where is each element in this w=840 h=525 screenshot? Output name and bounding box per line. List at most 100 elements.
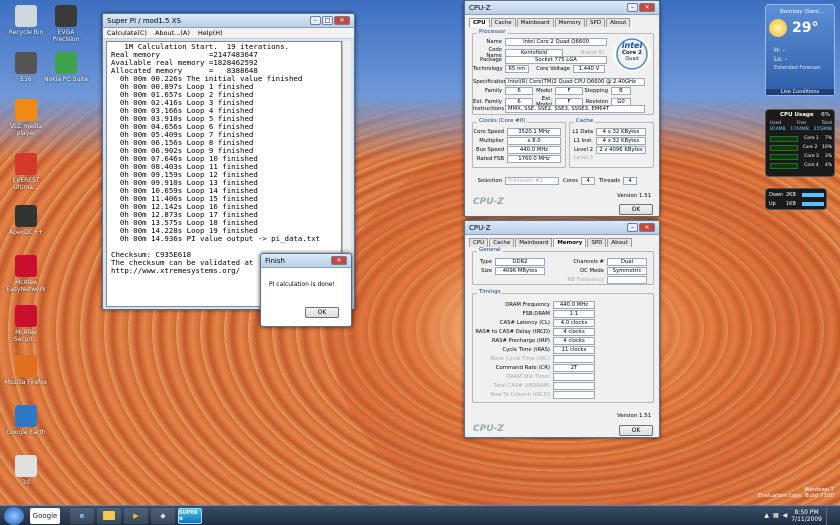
clock[interactable]: 8:50 PM 7/11/2009 [791, 509, 822, 523]
network-gadget[interactable]: Down 2KB Up 1KB [765, 188, 827, 210]
network-icon[interactable]: ▦ [773, 512, 779, 519]
timing-label: Cycle Time (tRAS) [502, 347, 550, 353]
sun-icon [769, 19, 787, 37]
desktop-icon-label: Nokia PC Suite [44, 76, 88, 83]
show-desktop-button[interactable] [826, 506, 834, 525]
mem-tab-cpu[interactable]: CPU [469, 238, 489, 247]
media-player-icon[interactable]: ▶ [124, 507, 148, 524]
vlc-icon [15, 99, 37, 121]
cpuz-cpu-ok-button[interactable]: OK [619, 204, 653, 215]
tab-spd[interactable]: SPD [586, 18, 606, 27]
clock-date: 7/11/2009 [791, 515, 822, 523]
tab-mainboard[interactable]: Mainboard [516, 18, 554, 27]
timing-label: RAS# to CAS# Delay (tRCD) [475, 329, 550, 335]
timings-label: Timings [477, 289, 503, 295]
core-voltage-label: Core Voltage [536, 66, 570, 72]
core-row: Core 3 3% [770, 154, 832, 161]
google-search-box[interactable]: Google [30, 507, 60, 524]
cpuz-mem-tabs: CPU Cache Mainboard Memory SPD About [465, 235, 659, 247]
package-value: Socket 775 LGA [505, 56, 607, 64]
volume-icon[interactable]: ◀ [783, 512, 788, 519]
timing-label: Bank Cycle Time (tRC) [490, 356, 550, 362]
tab-about[interactable]: About [606, 18, 631, 27]
processor-select[interactable]: Processor #1 [505, 177, 559, 185]
cpuz-mem-minimize-button[interactable]: – [627, 223, 638, 232]
system-tray: ▲ ▦ ◀ 8:50 PM 7/11/2009 [764, 506, 840, 525]
timing-row: CAS# Latency (CL) 4.0 clocks [473, 319, 595, 327]
close-button[interactable]: ✕ [334, 16, 350, 25]
desktop-icon[interactable]: McAfee EasyNetwork [4, 255, 48, 293]
timing-row: DRAM Idle Timer [473, 373, 595, 381]
selection-label: Selection [477, 178, 502, 184]
desktop-icon[interactable]: Recycle Bin [4, 5, 48, 36]
channels-value: Dual [607, 258, 647, 266]
cpuz-mem-close-button[interactable]: ✕ [639, 223, 655, 232]
tab-cache[interactable]: Cache [490, 18, 516, 27]
desktop-icon[interactable]: Google Earth [4, 405, 48, 436]
tab-cpu[interactable]: CPU [469, 18, 490, 27]
superpi-titlebar[interactable]: Super PI / mod1.5 XS – □ ✕ [103, 14, 354, 28]
timing-value [553, 382, 595, 390]
core-name: Core 4 [804, 163, 819, 168]
menu-help[interactable]: Help(H) [198, 29, 223, 37]
cpuz-mem-titlebar[interactable]: CPU-Z – ✕ [465, 221, 659, 235]
rated-fsb-label: Rated FSB [476, 156, 504, 162]
size-value: 4096 MBytes [495, 267, 545, 275]
cpu-usage-gadget[interactable]: CPU Usage 6% Used Free Total 814MB 1744MB 25… [765, 109, 835, 177]
cpuz-cpu-titlebar[interactable]: CPU-Z – ✕ [465, 1, 659, 15]
timing-label: FSB:DRAM [522, 311, 550, 317]
desktop-icon[interactable]: McAfee Securi... [4, 305, 48, 343]
desktop-icon[interactable]: Mozilla Firefox [4, 355, 48, 386]
finish-ok-button[interactable]: OK [305, 307, 339, 318]
ie-icon[interactable]: e [70, 507, 94, 524]
mem-tab-cache[interactable]: Cache [489, 238, 515, 247]
desktop-icon[interactable]: VLC media player [4, 99, 48, 137]
level2-value: 2 x 4096 KBytes [596, 146, 646, 154]
desktop-icon-label: VLC media player [9, 123, 43, 137]
desktop-icon-label: EVGA Precision [52, 29, 80, 43]
finish-close-button[interactable]: ✕ [331, 256, 347, 265]
desktop-icon[interactable]: Nokia PC Suite [44, 52, 88, 83]
menu-about[interactable]: About...(A) [155, 29, 190, 37]
weather-hi: H: - [774, 47, 785, 54]
desktop-icon[interactable]: 3d [4, 455, 48, 486]
cpuz-memory-window[interactable]: CPU-Z – ✕ CPU Cache Mainboard Memory SPD … [464, 220, 660, 438]
superpi-taskbar-button[interactable]: SUPER π [178, 507, 202, 524]
desktop-icon[interactable]: E16 [4, 52, 48, 83]
channels-label: Channels # [573, 259, 604, 265]
desktop-icon[interactable]: EVEREST Ultima... [4, 153, 48, 191]
cpuz-mem-ok-button[interactable]: OK [619, 425, 653, 436]
tray-arrow-icon[interactable]: ▲ [764, 512, 769, 519]
cpuz-mem-logo: CPU-Z [473, 424, 504, 434]
mem-tab-spd[interactable]: SPD [587, 238, 607, 247]
explorer-icon[interactable] [97, 507, 121, 524]
finish-titlebar[interactable]: Finish ✕ [261, 254, 351, 268]
tab-memory[interactable]: Memory [554, 18, 586, 27]
timing-value: 2T [553, 364, 595, 372]
bus-speed-value: 440.0 MHz [507, 146, 561, 154]
mem-tab-memory[interactable]: Memory [553, 238, 587, 247]
mem-tab-about[interactable]: About [607, 238, 632, 247]
finish-title: Finish [265, 256, 285, 265]
desktop-icon[interactable]: ApexDC++ [4, 205, 48, 236]
taskbar-app-icon[interactable]: ◆ [151, 507, 175, 524]
core-pct: 4% [824, 163, 832, 168]
cpuz-cpu-window[interactable]: CPU-Z – ✕ CPU Cache Mainboard Memory SPD … [464, 0, 660, 217]
weather-live-link[interactable]: Live Conditions [766, 89, 834, 95]
processor-label: Processor [477, 29, 508, 35]
maximize-button[interactable]: □ [322, 16, 333, 25]
mem-tab-mainboard[interactable]: Mainboard [515, 238, 553, 247]
mcafee-security-icon [15, 305, 37, 327]
menu-calculate[interactable]: Calculate(C) [107, 29, 147, 37]
timing-value: 1:1 [553, 310, 595, 318]
core-pct: 7% [824, 136, 832, 141]
weather-gadget[interactable]: Bombay (Sant... 29° H: - Lo: - Extended … [765, 4, 835, 96]
desktop-icon-label: ApexDC++ [9, 229, 43, 236]
cpuz-cpu-minimize-button[interactable]: – [627, 3, 638, 12]
l1-inst-label: L1 Inst. [573, 138, 593, 144]
desktop-icon[interactable]: EVGA Precision [44, 5, 88, 43]
minimize-button[interactable]: – [310, 16, 321, 25]
start-button[interactable] [4, 506, 24, 525]
multiplier-label: Multiplier [479, 138, 504, 144]
cpuz-cpu-close-button[interactable]: ✕ [639, 3, 655, 12]
